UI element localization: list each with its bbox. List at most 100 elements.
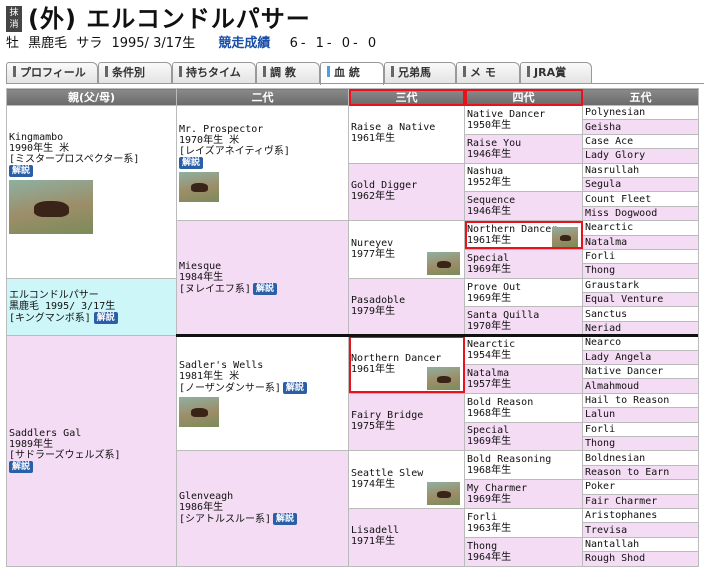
horse-thumbnail[interactable] <box>427 252 460 276</box>
gen3-cell: Nureyev 1977年生 <box>348 220 465 279</box>
tab-conditions[interactable]: 条件別 <box>98 62 172 84</box>
horse-name[interactable]: Neriad <box>585 323 696 334</box>
horse-name[interactable]: Native Dancer <box>467 109 580 120</box>
horse-name[interactable]: Fairy Bridge <box>351 410 462 421</box>
horse-name[interactable]: Thong <box>467 541 580 552</box>
sire-line: [キングマンボ系] <box>9 312 91 324</box>
horse-name[interactable]: Aristophanes <box>585 510 696 521</box>
horse-info: 1962年生 <box>351 191 396 203</box>
horse-name[interactable]: Nashua <box>467 166 580 177</box>
horse-name[interactable]: エルコンドルパサー <box>9 290 174 301</box>
horse-name[interactable]: Lady Glory <box>585 150 696 161</box>
col-header-gen2: 二代 <box>176 88 349 106</box>
horse-name[interactable]: Lisadell <box>351 525 462 536</box>
kaisetsu-button[interactable]: 解説 <box>252 283 277 296</box>
gen5-cell: Miss Dogwood <box>582 205 699 222</box>
gen5-cell: Forli <box>582 421 699 437</box>
horse-name[interactable]: Nearctic <box>585 222 696 233</box>
horse-name[interactable]: Thong <box>585 438 696 449</box>
horse-name[interactable]: My Charmer <box>467 483 580 494</box>
horse-name[interactable]: Trevisa <box>585 525 696 536</box>
horse-name[interactable]: Sequence <box>467 195 580 206</box>
horse-name[interactable]: Seattle Slew <box>351 468 462 479</box>
tab-jra-award[interactable]: JRA賞 <box>520 62 592 84</box>
horse-info: 1969年生 <box>467 263 512 275</box>
horse-name[interactable]: Nureyev <box>351 238 462 249</box>
tab-training[interactable]: 調 教 <box>256 62 320 84</box>
kaisetsu-button[interactable]: 解説 <box>9 165 34 177</box>
horse-name[interactable]: Native Dancer <box>585 366 696 377</box>
horse-name[interactable]: Special <box>467 425 580 436</box>
horse-name[interactable]: Hail to Reason <box>585 395 696 406</box>
kaisetsu-button[interactable]: 解説 <box>9 461 34 474</box>
horse-photo[interactable] <box>179 396 219 427</box>
race-results-link[interactable]: 競走成績 <box>218 36 270 51</box>
horse-name[interactable]: Sanctus <box>585 309 696 320</box>
horse-thumbnail[interactable] <box>552 227 578 248</box>
horse-name[interactable]: Special <box>467 253 580 264</box>
horse-name[interactable]: Pasadoble <box>351 295 462 306</box>
horse-name[interactable]: Geisha <box>585 122 696 133</box>
horse-name[interactable]: Equal Venture <box>585 294 696 305</box>
kaisetsu-button[interactable]: 解説 <box>179 157 204 170</box>
horse-name[interactable]: Santa Quilla <box>467 310 580 321</box>
horse-name[interactable]: Fair Charmer <box>585 496 696 507</box>
horse-name[interactable]: Poker <box>585 481 696 492</box>
horse-name[interactable]: Lady Angela <box>585 352 696 363</box>
tab-times[interactable]: 持ちタイム <box>172 62 256 84</box>
horse-name[interactable]: Almahmoud <box>585 381 696 392</box>
horse-name[interactable]: Nearco <box>585 337 696 348</box>
horse-name[interactable]: Case Ace <box>585 136 696 147</box>
horse-name[interactable]: Forli <box>585 251 696 262</box>
gen4-cell-content: Native Dancer 1950年生 <box>467 109 580 131</box>
horse-name[interactable]: Boldnesian <box>585 453 696 464</box>
gen4-cell: Prove Out 1969年生 <box>464 277 583 308</box>
horse-name[interactable]: Segula <box>585 179 696 190</box>
horse-name[interactable]: Mr. Prospector <box>179 124 346 135</box>
horse-name[interactable]: Bold Reasoning <box>467 454 580 465</box>
kaisetsu-button[interactable]: 解説 <box>282 381 307 394</box>
horse-name[interactable]: Polynesian <box>585 107 696 118</box>
horse-name[interactable]: Natalma <box>585 237 696 248</box>
horse-name[interactable]: Lalun <box>585 409 696 420</box>
horse-photo[interactable] <box>9 180 93 234</box>
gen4-cell-content: Nearctic 1954年生 <box>467 339 580 361</box>
horse-name[interactable]: Nasrullah <box>585 165 696 176</box>
tab-profile[interactable]: プロフィール <box>6 62 98 84</box>
horse-name-title: (外) エルコンドルパサー <box>28 5 311 33</box>
horse-name[interactable]: Saddlers Gal <box>9 428 174 439</box>
kaisetsu-button[interactable]: 解説 <box>93 311 118 324</box>
horse-name[interactable]: Raise a Native <box>351 122 462 133</box>
tab-marker-icon <box>13 66 16 77</box>
horse-name[interactable]: Rough Shod <box>585 553 696 564</box>
tab-memo[interactable]: メ モ <box>456 62 520 84</box>
horse-name[interactable]: Gold Digger <box>351 180 462 191</box>
horse-name[interactable]: Sadler's Wells <box>179 360 346 371</box>
horse-thumbnail[interactable] <box>427 482 460 506</box>
horse-name[interactable]: Miss Dogwood <box>585 208 696 219</box>
horse-name[interactable]: Natalma <box>467 368 580 379</box>
tab-label: 条件別 <box>112 66 145 79</box>
horse-name[interactable]: Nantallah <box>585 539 696 550</box>
horse-name[interactable]: Kingmambo <box>9 132 174 143</box>
horse-name[interactable]: Northern Dancer <box>351 353 462 364</box>
horse-name[interactable]: Prove Out <box>467 282 580 293</box>
tab-siblings[interactable]: 兄弟馬 <box>384 62 456 84</box>
horse-name[interactable]: Bold Reason <box>467 397 580 408</box>
tab-label: 血 統 <box>334 66 360 79</box>
horse-thumbnail[interactable] <box>427 367 460 391</box>
horse-name[interactable]: Reason to Earn <box>585 467 696 478</box>
horse-name[interactable]: Forli <box>585 424 696 435</box>
horse-name[interactable]: Forli <box>467 512 580 523</box>
horse-name[interactable]: Miesque <box>179 261 346 272</box>
horse-name[interactable]: Nearctic <box>467 339 580 350</box>
tab-pedigree[interactable]: 血 統 <box>320 62 384 85</box>
horse-name[interactable]: Count Fleet <box>585 194 696 205</box>
horse-name[interactable]: Graustark <box>585 280 696 291</box>
horse-name[interactable]: Thong <box>585 265 696 276</box>
kaisetsu-button[interactable]: 解説 <box>273 513 298 526</box>
horse-name[interactable]: Raise You <box>467 138 580 149</box>
horse-name[interactable]: Glenveagh <box>179 491 346 502</box>
sire-line: [ヌレイエフ系] <box>179 284 251 296</box>
horse-photo[interactable] <box>179 172 219 203</box>
